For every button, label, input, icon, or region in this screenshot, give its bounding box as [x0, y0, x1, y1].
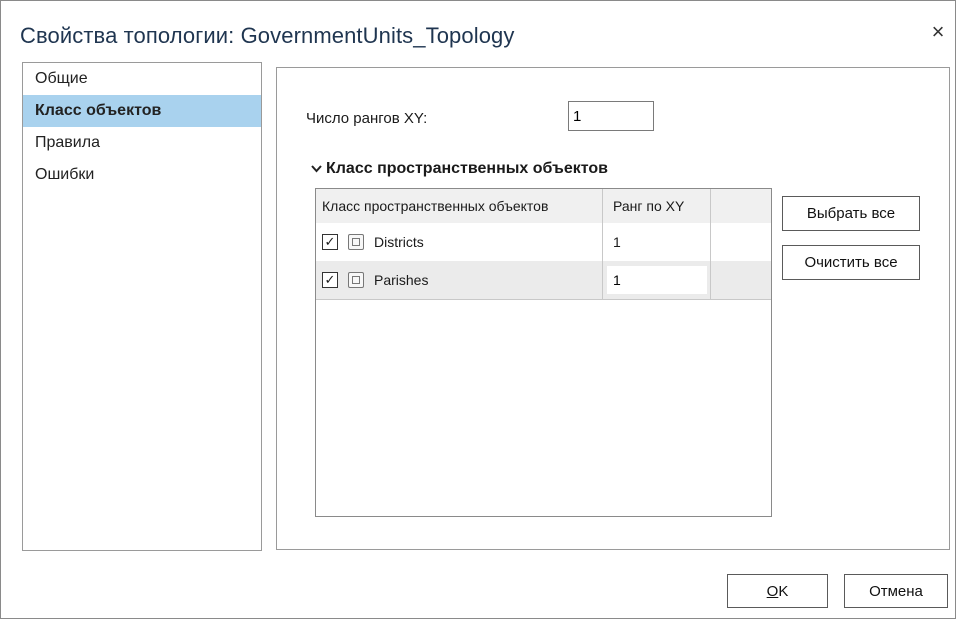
nav-item-errors[interactable]: Ошибки — [23, 159, 261, 191]
nav-item-general[interactable]: Общие — [23, 63, 261, 95]
select-all-button[interactable]: Выбрать все — [782, 196, 920, 231]
section-title: Класс пространственных объектов — [326, 160, 608, 177]
xy-rank-cell[interactable]: 1 — [603, 223, 711, 261]
dialog-title: Свойства топологии: GovernmentUnits_Topo… — [20, 23, 515, 48]
ok-accel-char: O — [766, 582, 779, 600]
column-header-xy-rank[interactable]: Ранг по XY — [603, 189, 711, 223]
xy-rank-cell — [603, 261, 711, 299]
feature-class-icon — [348, 272, 364, 288]
column-header-feature-class[interactable]: Класс пространственных объектов — [316, 189, 603, 223]
xy-ranks-label: Число рангов XY: — [306, 110, 428, 127]
column-header-empty — [711, 189, 771, 223]
row-checkbox[interactable]: ✓ — [322, 234, 338, 250]
ok-rest-text: K — [778, 582, 789, 600]
clear-all-button[interactable]: Очистить все — [782, 245, 920, 280]
nav-item-feature-classes[interactable]: Класс объектов — [23, 95, 261, 127]
feature-classes-grid: Класс пространственных объектов Ранг по … — [315, 188, 772, 517]
feature-class-icon — [348, 234, 364, 250]
feature-classes-section-toggle[interactable]: Класс пространственных объектов — [311, 160, 608, 178]
feature-class-cell: ✓ Parishes — [316, 261, 603, 299]
empty-cell — [711, 223, 771, 261]
cancel-button[interactable]: Отмена — [844, 574, 948, 608]
table-header-row: Класс пространственных объектов Ранг по … — [316, 189, 771, 224]
xy-rank-input[interactable] — [607, 266, 707, 294]
feature-class-cell: ✓ Districts — [316, 223, 603, 261]
close-icon[interactable]: × — [925, 19, 951, 45]
content-panel: Число рангов XY: Класс пространственных … — [276, 67, 950, 550]
chevron-down-icon — [311, 160, 323, 178]
topology-properties-dialog: Свойства топологии: GovernmentUnits_Topo… — [0, 0, 956, 619]
row-checkbox[interactable]: ✓ — [322, 272, 338, 288]
nav-item-rules[interactable]: Правила — [23, 127, 261, 159]
ok-button[interactable]: OK — [727, 574, 828, 608]
feature-class-name: Parishes — [374, 272, 429, 288]
table-row[interactable]: ✓ Parishes — [316, 261, 771, 300]
table-row[interactable]: ✓ Districts 1 — [316, 223, 771, 262]
empty-cell — [711, 261, 771, 299]
xy-ranks-input[interactable] — [568, 101, 654, 131]
nav-list: Общие Класс объектов Правила Ошибки — [22, 62, 262, 551]
feature-class-name: Districts — [374, 234, 424, 250]
